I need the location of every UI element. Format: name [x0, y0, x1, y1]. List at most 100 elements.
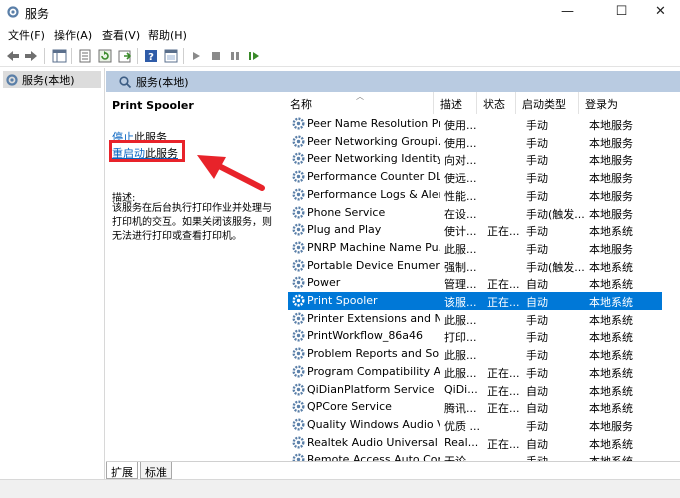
service-desc-cell: 使用... [444, 136, 477, 150]
service-name-cell: Peer Name Resolution Pr... [307, 117, 440, 130]
service-row[interactable]: QiDianPlatform Service QiDi... 正在... 自动 本地系统 [288, 381, 662, 399]
service-gear-icon [292, 241, 305, 254]
service-name-cell: Print Spooler [307, 294, 378, 307]
service-status-cell: 正在... [487, 384, 520, 398]
menu-action[interactable]: 操作(A) [54, 27, 92, 43]
export-list-icon[interactable] [76, 47, 94, 65]
description-text: 该服务在后台执行打印作业并处理与打印机的交互。如果关闭该服务，则无法进行打印或查… [112, 203, 272, 242]
column-header-status[interactable]: 状态 [477, 92, 516, 114]
service-name-cell: Plug and Play [307, 223, 382, 237]
service-name-cell: Power [307, 276, 341, 290]
service-row[interactable]: Printer Extensions and N... 此服... 手动 本地系统 [288, 310, 662, 328]
window-title: 服务 [25, 7, 50, 21]
service-row[interactable]: Realtek Audio Universal ... Real... 正在... 自… [288, 434, 662, 452]
column-header-name[interactable]: 名称 ︿ [284, 92, 434, 114]
service-name: Print Spooler [112, 99, 194, 112]
service-status-cell: 正在... [487, 278, 520, 292]
start-service-icon[interactable] [187, 47, 205, 65]
menu-file[interactable]: 文件(F) [8, 27, 45, 43]
service-logon-cell: 本地服务 [589, 154, 633, 168]
service-logon-cell: 本地系统 [589, 349, 633, 363]
service-desc-cell: 打印... [444, 331, 477, 345]
menu-help[interactable]: 帮助(H) [148, 27, 187, 43]
column-header-startup-type[interactable]: 启动类型 [516, 92, 579, 114]
svg-text:?: ? [148, 52, 154, 63]
service-logon-cell: 本地系统 [589, 225, 633, 239]
back-icon[interactable] [4, 47, 22, 65]
tab-standard[interactable]: 标准 [140, 462, 172, 479]
service-status-cell: 正在... [487, 225, 520, 239]
service-row[interactable]: Quality Windows Audio V... 优质 ... 手动 本地服务 [288, 416, 662, 434]
close-button[interactable]: ✕ [638, 0, 680, 24]
service-row[interactable]: Peer Name Resolution Pr... 使用... 手动 本地服务 [288, 115, 662, 133]
service-startup-cell: 手动 [526, 419, 548, 433]
refresh-icon[interactable] [96, 47, 114, 65]
minimize-button[interactable]: — [545, 0, 590, 24]
search-icon [119, 75, 132, 88]
service-row[interactable]: Performance Logs & Aler... 性能... 手动 本地服务 [288, 186, 662, 204]
service-row[interactable]: Phone Service 在设... 手动(触发... 本地服务 [288, 204, 662, 222]
service-row[interactable]: Print Spooler 该服... 正在... 自动 本地系统 [288, 292, 662, 310]
service-name-cell: QiDianPlatform Service [307, 382, 435, 396]
services-pane: 服务(本地) Print Spooler 停止此服务 重启动此服务 描述: 该服… [106, 68, 680, 498]
service-logon-cell: 本地服务 [589, 189, 633, 203]
service-desc-cell: 在设... [444, 207, 477, 221]
service-row[interactable]: Peer Networking Identity... 向对... 手动 本地服务 [288, 150, 662, 168]
view-icon[interactable] [162, 47, 180, 65]
service-name-cell: Portable Device Enumera... [307, 258, 440, 272]
service-gear-icon [292, 152, 305, 165]
menu-view[interactable]: 查看(V) [102, 27, 140, 43]
service-logon-cell: 本地服务 [589, 136, 633, 150]
service-desc-cell: 管理... [444, 278, 477, 292]
tab-extended[interactable]: 扩展 [106, 462, 138, 479]
service-gear-icon [292, 329, 305, 342]
service-row[interactable]: Problem Reports and Sol... 此服... 手动 本地系统 [288, 345, 662, 363]
service-desc-cell: QiDi... [444, 382, 478, 396]
help-icon[interactable]: ? [142, 47, 160, 65]
service-row[interactable]: Performance Counter DL... 使远... 手动 本地服务 [288, 168, 662, 186]
show-hide-tree-icon[interactable] [50, 47, 68, 65]
service-logon-cell: 本地服务 [589, 172, 633, 186]
service-row[interactable]: PNRP Machine Name Pu... 此服... 手动 本地服务 [288, 239, 662, 257]
column-header-logon-as[interactable]: 登录为 [579, 92, 639, 114]
service-logon-cell: 本地服务 [589, 207, 633, 221]
service-row[interactable]: PrintWorkflow_86a46 打印... 手动 本地系统 [288, 327, 662, 345]
service-desc-cell: 此服... [444, 242, 477, 256]
service-logon-cell: 本地系统 [589, 313, 633, 327]
service-name-cell: Realtek Audio Universal ... [307, 435, 440, 449]
service-desc-cell: 此服... [444, 349, 477, 363]
service-logon-cell: 本地系统 [589, 331, 633, 345]
service-row[interactable]: Program Compatibility A... 此服... 正在... 手动 本地… [288, 363, 662, 381]
service-row[interactable]: Portable Device Enumera... 强制... 手动(触发... 本… [288, 257, 662, 275]
service-name-cell: Phone Service [307, 205, 386, 219]
service-desc-cell: 向对... [444, 154, 477, 168]
service-gear-icon [292, 223, 305, 236]
pause-service-icon[interactable] [226, 47, 244, 65]
service-gear-icon [292, 170, 305, 183]
tree-item-services-local[interactable]: 服务(本地) [3, 71, 101, 88]
service-row[interactable]: Peer Networking Groupi... 使用... 手动 本地服务 [288, 133, 662, 151]
properties-icon[interactable] [116, 47, 134, 65]
service-row[interactable]: Plug and Play 使计... 正在... 手动 本地系统 [288, 221, 662, 239]
service-name-cell: Program Compatibility A... [307, 364, 440, 378]
service-startup-cell: 自动 [526, 296, 548, 309]
service-desc-cell: 该服... [444, 296, 477, 309]
service-status-cell: 正在... [487, 366, 520, 380]
menu-bar: 文件(F) 操作(A) 查看(V) 帮助(H) [0, 25, 680, 44]
stop-service-icon[interactable] [207, 47, 225, 65]
service-desc-cell: 此服... [444, 366, 477, 380]
toolbar-separator [71, 48, 72, 64]
toolbar-separator [44, 48, 45, 64]
sort-ascending-icon: ︿ [356, 92, 364, 101]
service-startup-cell: 手动 [526, 331, 548, 345]
restart-service-icon[interactable] [245, 47, 263, 65]
service-desc-cell: Real... [444, 435, 479, 449]
service-desc-cell: 腾讯... [444, 402, 477, 416]
forward-icon[interactable] [22, 47, 40, 65]
service-row[interactable]: Power 管理... 正在... 自动 本地系统 [288, 274, 662, 292]
column-header-description[interactable]: 描述 [434, 92, 477, 114]
service-row[interactable]: QPCore Service 腾讯... 正在... 自动 本地系统 [288, 398, 662, 416]
service-status-cell: 正在... [487, 296, 520, 309]
tree-item-label: 服务(本地) [22, 73, 75, 87]
service-logon-cell: 本地系统 [589, 366, 633, 380]
